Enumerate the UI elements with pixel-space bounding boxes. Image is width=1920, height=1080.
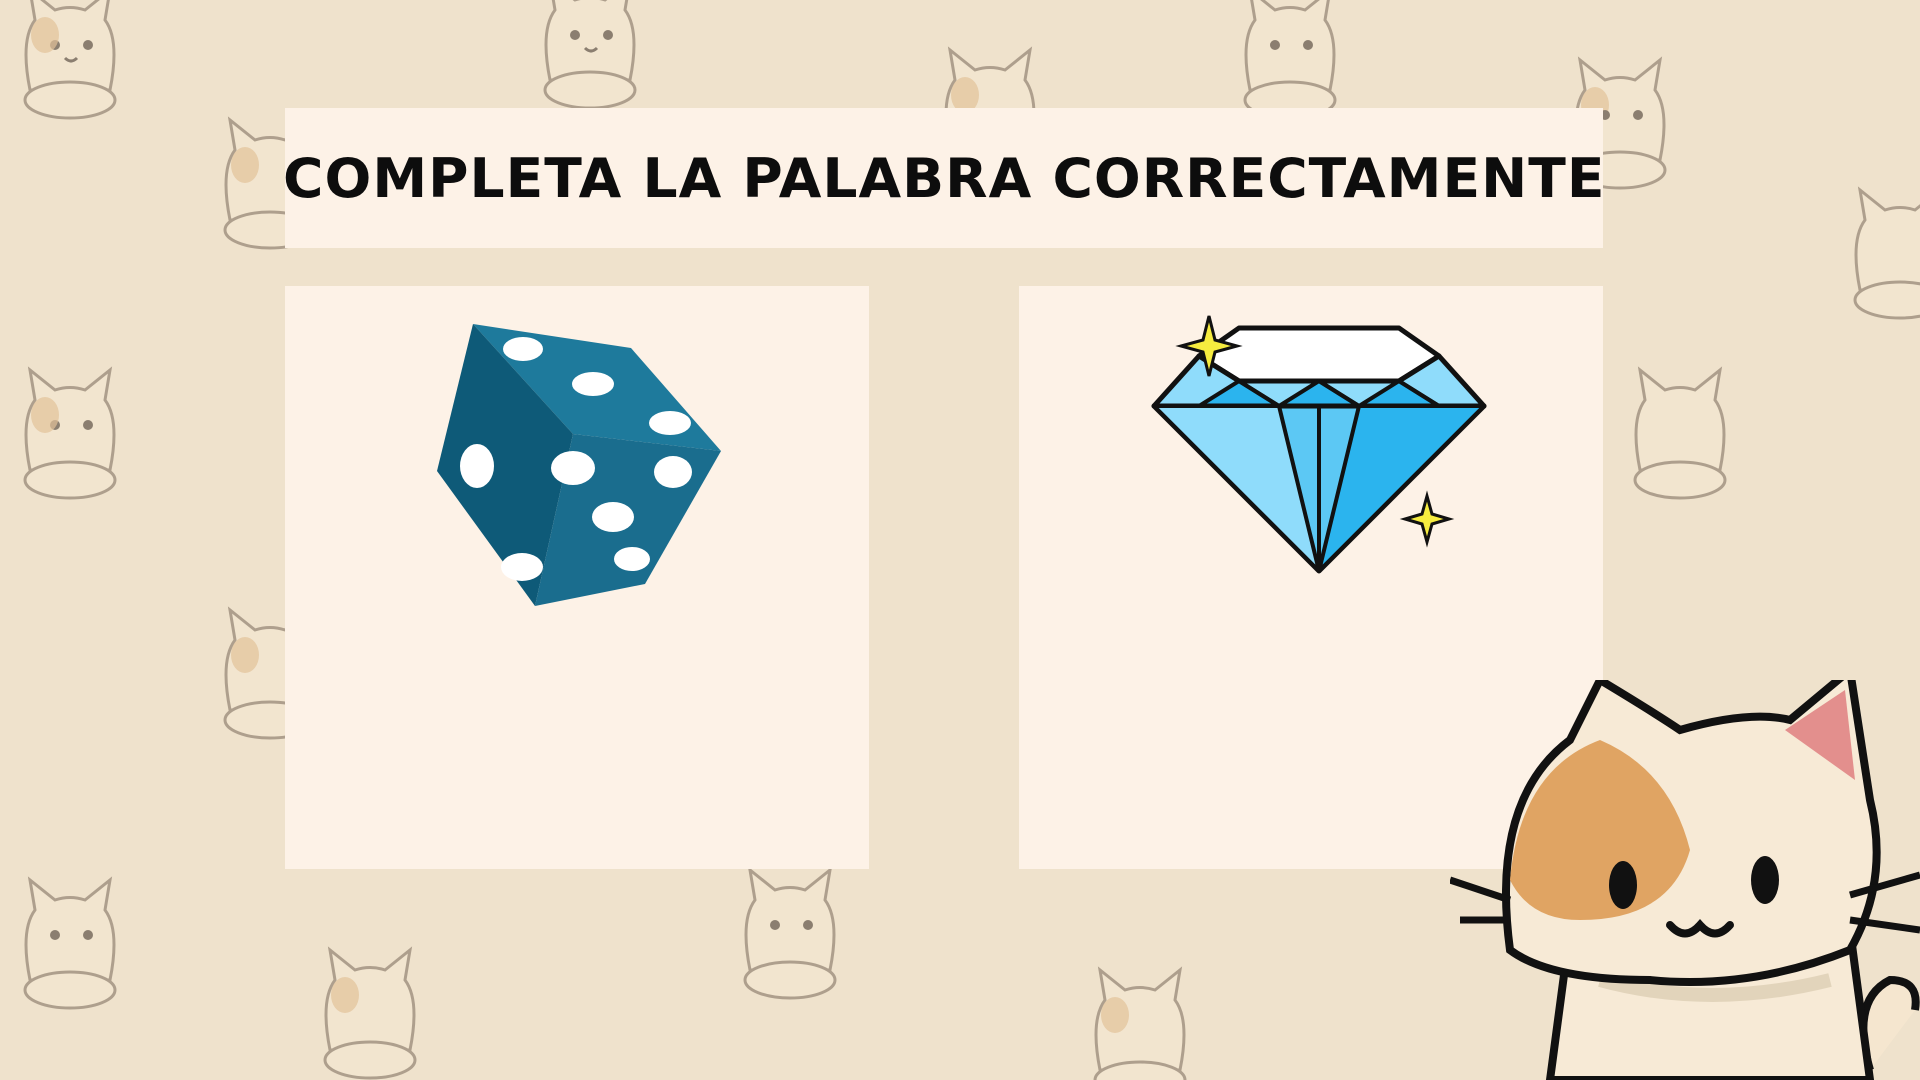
cat-icon: [23, 366, 117, 500]
cat-icon: [1853, 186, 1920, 320]
cat-icon: [23, 0, 117, 120]
title-card: COMPLETA LA PALABRA CORRECTAMENTE: [282, 108, 1606, 248]
cat-icon: [1093, 966, 1187, 1080]
cat-icon: [743, 866, 837, 1000]
cat-icon: [1243, 0, 1337, 120]
diamond-icon: [1151, 315, 1487, 574]
page-title: COMPLETA LA PALABRA CORRECTAMENTE: [282, 146, 1606, 210]
image-panel-left: [285, 286, 869, 869]
cat-icon: [23, 876, 117, 1010]
cat-icon: [543, 0, 637, 110]
cat-icon: [323, 946, 417, 1080]
dice-icon: [437, 324, 721, 606]
cat-mascot-icon: [1450, 680, 1920, 1080]
cat-icon: [1633, 366, 1727, 500]
